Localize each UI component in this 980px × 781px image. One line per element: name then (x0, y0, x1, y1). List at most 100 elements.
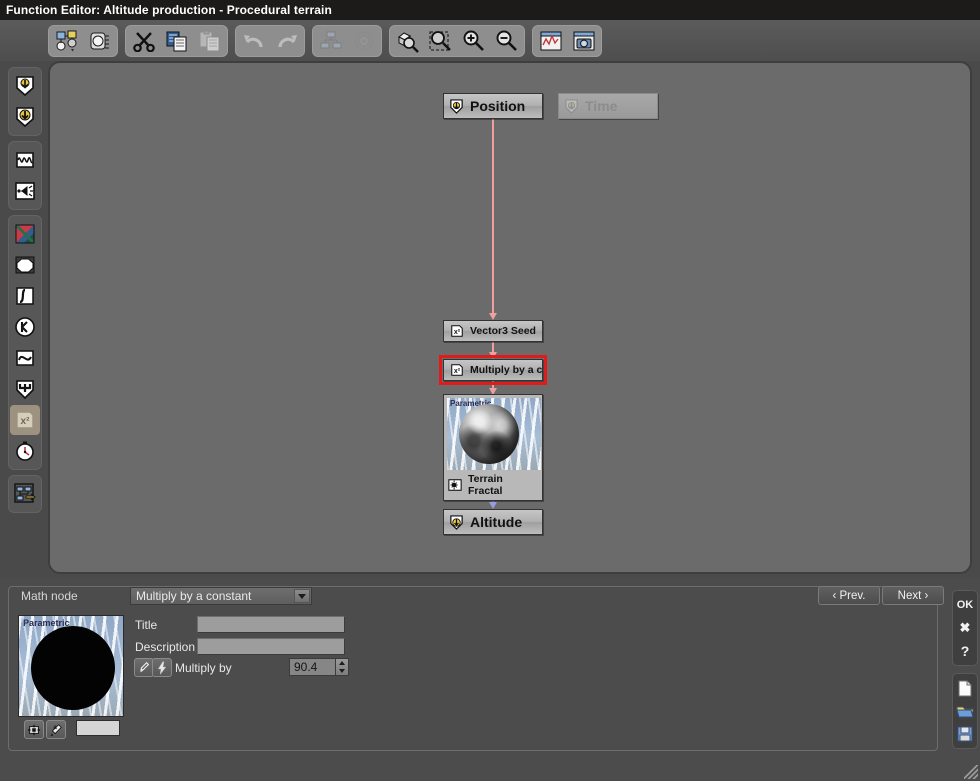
open-folder-icon (956, 706, 974, 717)
graph-node-multiply[interactable]: x² Multiply by a co... (439, 355, 547, 385)
sidebar-item-shape[interactable] (10, 250, 40, 280)
zoom-in-icon[interactable] (457, 26, 490, 55)
svg-text:a: a (53, 724, 57, 731)
sidebar-item-time[interactable] (10, 436, 40, 466)
connector-arrow-multiply (489, 352, 497, 359)
help-button[interactable]: ? (954, 640, 976, 662)
description-field[interactable] (197, 638, 345, 655)
sidebar-item-input[interactable] (10, 71, 40, 101)
action-group-file (952, 673, 978, 749)
node-palette-sidebar: x² (0, 61, 48, 581)
window-title-bar: Function Editor: Altitude production - P… (0, 0, 980, 20)
node-type-select[interactable]: Multiply by a constant (130, 587, 312, 605)
close-icon: ✖ (959, 620, 971, 635)
node-type-value: Multiply by a constant (136, 589, 252, 603)
graph-node-label: Vector3 Seed (470, 325, 536, 337)
undo-icon[interactable] (237, 26, 270, 55)
stepper-down-icon[interactable] (339, 669, 345, 673)
main-toolbar (0, 20, 980, 61)
sidebar-item-curve[interactable] (10, 281, 40, 311)
scissors-cut-icon[interactable] (127, 26, 160, 55)
chevron-down-icon[interactable] (294, 589, 310, 603)
input-shield-icon (564, 98, 579, 114)
stepper-up-icon[interactable] (339, 661, 345, 665)
title-field[interactable] (197, 616, 345, 633)
sidebar-item-colour[interactable] (10, 219, 40, 249)
assign-function-icon[interactable] (134, 658, 154, 677)
animate-value-icon[interactable] (152, 658, 172, 677)
node-preview-thumbnail: Parametric (447, 398, 541, 470)
sidebar-item-constant[interactable] (10, 312, 40, 342)
node-preview-panel[interactable]: Parametric (18, 615, 124, 717)
output-shield-icon (449, 514, 464, 530)
next-button[interactable]: Next › (882, 586, 944, 605)
sidebar-item-export-network[interactable] (10, 479, 40, 509)
title-field-label: Title (135, 618, 158, 632)
graph-node-label: Multiply by a co... (470, 364, 542, 376)
svg-text:x²: x² (453, 368, 460, 375)
multiply-by-value: 90.4 (294, 660, 318, 674)
sidebar-item-wave[interactable] (10, 145, 40, 175)
toolbar-group-preview (532, 24, 602, 57)
graph-node-label: Altitude (470, 514, 523, 530)
stepper-arrows[interactable] (335, 659, 348, 675)
redo-icon[interactable] (270, 26, 303, 55)
palette-group-export (8, 475, 42, 513)
graph-node-vector3-seed[interactable]: x² Vector3 Seed (443, 320, 543, 342)
palette-group-nodes: x² (8, 215, 42, 470)
node-graph-canvas[interactable]: Position Time x² Vector3 Seed x² Multipl… (48, 61, 972, 574)
graph-node-terrain-fractal[interactable]: Parametric Terrain Fractal (443, 394, 543, 501)
camera-preview-icon[interactable] (567, 26, 600, 55)
input-shield-icon (449, 98, 464, 114)
graph-node-time[interactable]: Time (558, 93, 658, 119)
connector-seed-to-multiply (492, 342, 494, 352)
save-file-button[interactable] (954, 723, 976, 745)
svg-text:x²: x² (453, 329, 460, 336)
colour-swatch[interactable] (76, 720, 120, 736)
sidebar-item-noise[interactable] (10, 343, 40, 373)
connector-arrow-seed (489, 313, 497, 320)
graph-node-position[interactable]: Position (443, 93, 543, 119)
graph-node-label: Position (470, 98, 526, 114)
prev-button[interactable]: ‹ Prev. (818, 586, 880, 605)
sidebar-item-math[interactable]: x² (10, 405, 40, 435)
node-tree-icon[interactable] (50, 26, 83, 55)
graph-preview-icon[interactable] (534, 26, 567, 55)
math-x2-icon: x² (449, 363, 464, 378)
help-icon: ? (960, 643, 970, 659)
next-button-label: Next › (897, 589, 929, 602)
action-group-primary: OK ✖ ? (952, 590, 978, 666)
palette-group-io (8, 67, 42, 136)
toolbar-group-node (48, 24, 118, 57)
center-preview-icon[interactable] (24, 720, 44, 739)
sidebar-item-trident[interactable] (10, 374, 40, 404)
chip-node-icon[interactable] (83, 26, 116, 55)
shader-node-icon (447, 478, 462, 493)
open-file-button[interactable] (954, 700, 976, 722)
sidebar-item-shader[interactable] (10, 176, 40, 206)
new-document-icon (958, 680, 972, 696)
ok-button[interactable]: OK (954, 594, 976, 616)
copy-icon[interactable] (160, 26, 193, 55)
layout-nodes-icon[interactable] (314, 26, 347, 55)
window-resize-grip[interactable] (964, 765, 978, 779)
zoom-fit-icon[interactable] (391, 26, 424, 55)
multiply-by-stepper[interactable]: 90.4 (289, 658, 349, 676)
pick-colour-icon[interactable]: a (46, 720, 66, 739)
dialog-actions: OK ✖ ? (952, 590, 978, 756)
zoom-selection-icon[interactable] (424, 26, 457, 55)
graph-node-altitude[interactable]: Altitude (443, 509, 543, 535)
new-file-button[interactable] (954, 677, 976, 699)
sidebar-item-output[interactable] (10, 102, 40, 132)
connector-arrow-altitude (489, 502, 497, 509)
zoom-out-icon[interactable] (490, 26, 523, 55)
save-disk-icon (957, 726, 973, 741)
description-field-label: Description (135, 640, 196, 654)
group-nodes-icon[interactable] (347, 26, 380, 55)
toolbar-group-layout (312, 24, 382, 57)
properties-group-label: Math node (16, 589, 83, 603)
cancel-button[interactable]: ✖ (954, 617, 976, 639)
svg-text:x²: x² (21, 416, 31, 427)
math-x2-icon: x² (449, 324, 464, 339)
paste-icon[interactable] (193, 26, 226, 55)
